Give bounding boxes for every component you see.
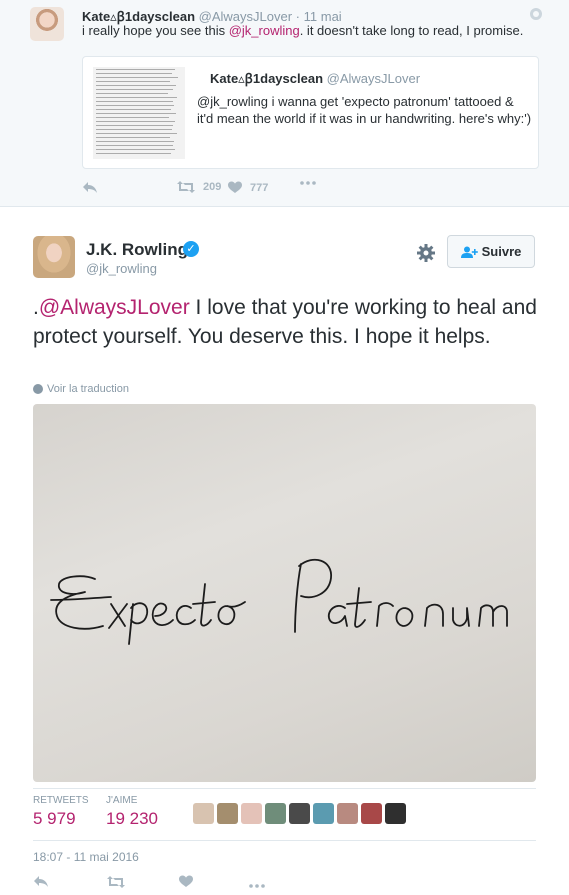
text-line: [96, 137, 170, 138]
divider: [33, 840, 536, 841]
separator: ·: [295, 9, 301, 24]
heart-icon: [179, 875, 193, 887]
more-icon: [300, 181, 316, 185]
retweets-label: RETWEETS: [33, 795, 89, 806]
globe-icon: [33, 384, 43, 394]
user-handle[interactable]: @AlwaysJLover: [199, 9, 292, 24]
retweets-stat[interactable]: RETWEETS 5 979: [33, 795, 89, 829]
liker-avatar[interactable]: [385, 803, 406, 824]
liker-avatar[interactable]: [289, 803, 310, 824]
reply-icon: [34, 876, 48, 887]
text-line: [96, 85, 176, 86]
like-button[interactable]: 777: [228, 181, 268, 194]
display-name[interactable]: Kate▵ꞵ1daysclean: [82, 9, 195, 24]
text-line: [96, 149, 176, 150]
liker-avatar[interactable]: [193, 803, 214, 824]
retweet-button[interactable]: 209: [177, 181, 221, 193]
translate-label: Voir la traduction: [47, 383, 129, 395]
likes-value: 19 230: [106, 809, 158, 828]
reply-button[interactable]: [33, 875, 49, 893]
quoted-tweet-image-thumbnail[interactable]: [93, 67, 185, 159]
text-line: [96, 125, 174, 126]
text-before-mention: i really hope you see this: [82, 23, 229, 38]
follow-user-icon: [460, 246, 478, 258]
quoted-display-name[interactable]: Kate▵ꞵ1daysclean: [210, 71, 323, 86]
text-line: [96, 129, 172, 130]
text-line: [96, 89, 174, 90]
text-line: [96, 113, 176, 114]
text-line: [96, 73, 172, 74]
retweet-count: 209: [203, 181, 222, 193]
follow-label: Suivre: [481, 244, 522, 259]
text-line: [96, 105, 175, 106]
tweet-text: .@AlwaysJLover I love that you're workin…: [33, 293, 538, 351]
quoted-tweet-text: @jk_rowling i wanna get 'expecto patronu…: [197, 94, 532, 126]
likes-label: J'AIME: [106, 795, 138, 806]
follow-button[interactable]: Suivre: [447, 235, 535, 268]
text-line: [96, 77, 178, 78]
verified-badge-icon: ✓: [183, 241, 199, 257]
liker-avatar[interactable]: [361, 803, 382, 824]
likes-stat[interactable]: J'AIME 19 230: [106, 795, 158, 829]
liker-avatar[interactable]: [241, 803, 262, 824]
parent-tweet[interactable]: Kate▵ꞵ1daysclean @AlwaysJLover · 11 mai …: [0, 0, 569, 207]
retweets-value: 5 979: [33, 809, 76, 828]
handwriting-image: [50, 558, 508, 645]
mention-link[interactable]: @AlwaysJLover: [39, 296, 190, 319]
liker-avatar[interactable]: [217, 803, 238, 824]
text-line: [96, 133, 177, 134]
divider: [33, 788, 536, 789]
avatar[interactable]: [30, 7, 64, 41]
tweet-timestamp[interactable]: 18:07 - 11 mai 2016: [33, 850, 139, 864]
text-line: [96, 145, 173, 146]
main-tweet: J.K. Rowling ✓ @jk_rowling Suivre .@Alwa…: [0, 207, 569, 895]
tweet-photo[interactable]: [33, 404, 536, 782]
liker-avatar[interactable]: [313, 803, 334, 824]
text-line: [96, 81, 170, 82]
retweet-icon: [107, 876, 125, 888]
text-after-mention: . it doesn't take long to read, I promis…: [299, 23, 524, 38]
text-line: [96, 101, 173, 102]
retweet-icon: [177, 181, 195, 193]
reply-icon: [83, 182, 97, 193]
tweet-options-icon[interactable]: [530, 8, 542, 20]
more-icon: [249, 884, 265, 888]
text-line: [96, 97, 177, 98]
reply-button[interactable]: [82, 181, 98, 194]
text-line: [96, 69, 176, 70]
text-line: [96, 141, 175, 142]
user-handle[interactable]: @jk_rowling: [86, 261, 157, 276]
main-tweet-actions: [33, 875, 313, 891]
text-line: [96, 93, 169, 94]
like-count: 777: [250, 181, 269, 194]
gear-icon[interactable]: [416, 243, 436, 263]
parent-tweet-text: i really hope you see this @jk_rowling. …: [82, 23, 523, 38]
tweet-date[interactable]: 11 mai: [304, 9, 342, 24]
text-line: [96, 153, 171, 154]
text-line: [96, 117, 170, 118]
more-button[interactable]: [300, 181, 316, 185]
avatar[interactable]: [33, 236, 75, 278]
liker-avatar[interactable]: [337, 803, 358, 824]
quoted-user-handle[interactable]: @AlwaysJLover: [327, 71, 420, 86]
mention-link[interactable]: @jk_rowling: [229, 23, 300, 38]
display-name[interactable]: J.K. Rowling: [86, 240, 188, 260]
heart-icon: [228, 181, 242, 193]
translate-link[interactable]: Voir la traduction: [33, 383, 129, 395]
more-button[interactable]: [249, 875, 265, 893]
quoted-tweet-header: Kate▵ꞵ1daysclean @AlwaysJLover: [210, 69, 420, 87]
liker-avatar[interactable]: [265, 803, 286, 824]
text-line: [96, 109, 171, 110]
like-button[interactable]: [179, 875, 193, 893]
quoted-tweet[interactable]: Kate▵ꞵ1daysclean @AlwaysJLover @jk_rowli…: [82, 56, 539, 169]
text-line: [96, 121, 176, 122]
liker-avatars: [193, 803, 406, 824]
retweet-button[interactable]: [107, 875, 125, 893]
